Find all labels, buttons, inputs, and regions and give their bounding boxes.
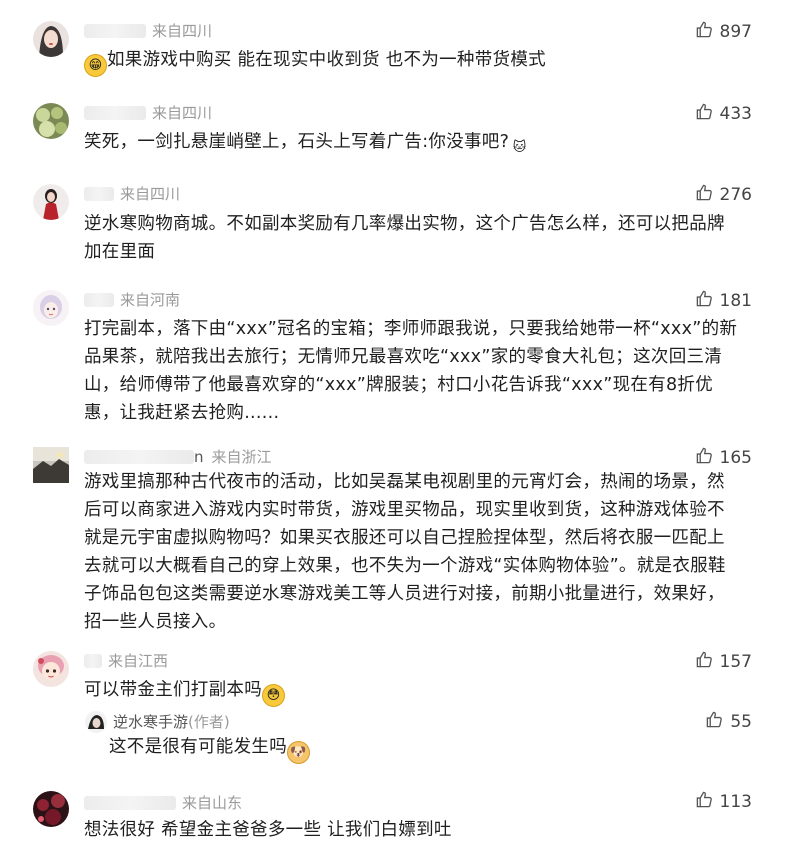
comment-text: 笑死，一剑扎悬崖峭壁上，石头上写着广告:你没事吧? 🐱 xyxy=(84,128,774,158)
username[interactable]: n 来自浙江 xyxy=(84,447,272,467)
dog-face-emoji-icon: 🐶 xyxy=(287,741,310,764)
username[interactable]: 来自江西 xyxy=(84,651,168,671)
reply-text-body: 这不是很有可能发生吗 xyxy=(109,737,287,757)
redacted-name xyxy=(84,293,114,307)
username[interactable]: 来自四川 xyxy=(84,21,212,41)
avatar[interactable] xyxy=(33,651,69,687)
avatar[interactable] xyxy=(33,290,69,326)
thumbs-up-icon xyxy=(695,20,714,44)
comment-text-line: 去就可以大概看自己的穿上效果，也不失为一个游戏“实体购物体验”。就是衣服鞋 xyxy=(84,556,726,576)
like-button[interactable]: 165 xyxy=(695,447,752,469)
reply-text: 这不是很有可能发生吗 🐶 xyxy=(109,733,799,764)
author-username[interactable]: 逆水寒手游(作者) xyxy=(113,712,230,732)
avatar[interactable] xyxy=(33,791,69,827)
comment-text-line: 子饰品包包这类需要逆水寒游戏美工等人员进行对接，前期小批量进行，效果好， xyxy=(84,584,725,604)
username[interactable]: 来自山东 xyxy=(84,793,242,813)
redacted-name xyxy=(84,106,146,120)
comment-text: 游戏里搞那种古代夜市的活动，比如吴磊某电视剧里的元宵灯会，热闹的场景，然 后可以… xyxy=(84,468,774,636)
like-count: 157 xyxy=(719,652,752,672)
author-name: 逆水寒手游 xyxy=(113,713,189,731)
comment-text-body: 如果游戏中购买 能在现实中收到货 也不为一种带货模式 xyxy=(107,50,546,70)
username[interactable]: 来自河南 xyxy=(84,290,180,310)
comment-text-line: 逆水寒购物商城。不如副本奖励有几率爆出实物，这个广告怎么样，还可以把品牌 xyxy=(84,214,725,234)
location-label: 来自江西 xyxy=(108,652,169,670)
thumbs-up-icon xyxy=(695,790,714,814)
like-count: 55 xyxy=(730,712,752,732)
like-count: 113 xyxy=(719,792,752,812)
comment-text-line: 后可以商家进入游戏内实时带货，游戏里买物品，现实里收到货，这种游戏体验不 xyxy=(84,500,725,520)
thumbs-up-icon xyxy=(695,650,714,674)
grinning-emoji-icon: 😳 xyxy=(262,684,285,707)
comment-text-body: 笑死，一剑扎悬崖峭壁上，石头上写着广告:你没事吧? xyxy=(84,132,510,152)
comment-text: 😁 如果游戏中购买 能在现实中收到货 也不为一种带货模式 xyxy=(84,46,774,77)
like-button[interactable]: 113 xyxy=(695,791,752,813)
thumbs-up-icon xyxy=(695,446,714,470)
thumbs-up-icon xyxy=(695,183,714,207)
avatar[interactable] xyxy=(33,184,69,220)
comment-text-line: 品果茶，就陪我出去旅行；无情师兄最喜欢吃“xxx”家的零食大礼包；这次回三清 xyxy=(84,347,723,367)
author-avatar[interactable] xyxy=(85,711,107,733)
like-button[interactable]: 276 xyxy=(695,184,752,206)
location-label: 来自河南 xyxy=(120,291,181,309)
redacted-name xyxy=(84,450,194,464)
redacted-name xyxy=(84,654,102,668)
location-label: 来自山东 xyxy=(182,794,243,812)
like-count: 165 xyxy=(719,448,752,468)
thumbs-up-icon xyxy=(705,710,724,734)
comment-text: 可以带金主们打副本吗 😳 xyxy=(84,676,774,707)
grinning-emoji-icon: 😁 xyxy=(84,54,107,77)
avatar[interactable] xyxy=(33,21,69,57)
comment-text-line: 惠，让我赶紧去抢购...... xyxy=(84,403,280,423)
comment-text-line: 招一些人员接入。 xyxy=(84,612,227,632)
like-button[interactable]: 433 xyxy=(695,103,752,125)
like-count: 276 xyxy=(719,185,752,205)
thumbs-up-icon xyxy=(695,102,714,126)
like-button[interactable]: 897 xyxy=(695,21,752,43)
author-tag: (作者) xyxy=(188,713,230,731)
comment-text-line: 打完副本，落下由“xxx”冠名的宝箱；李师师跟我说，只要我给她带一杯“xxx”的… xyxy=(84,319,738,339)
comment-text-body: 想法很好 希望金主爸爸多一些 让我们白嫖到吐 xyxy=(84,820,452,840)
redacted-name xyxy=(84,24,146,38)
like-button[interactable]: 157 xyxy=(695,651,752,673)
location-label: 来自四川 xyxy=(120,185,181,203)
comment-text-line: 加在里面 xyxy=(84,242,156,262)
like-button[interactable]: 181 xyxy=(695,290,752,312)
comment-text: 打完副本，落下由“xxx”冠名的宝箱；李师师跟我说，只要我给她带一杯“xxx”的… xyxy=(84,315,774,427)
avatar[interactable] xyxy=(33,103,69,139)
comment-text-line: 山，给师傅带了他最喜欢穿的“xxx”牌服装；村口小花告诉我“xxx”现在有8折优 xyxy=(84,375,714,395)
redacted-name xyxy=(84,187,114,201)
location-label: 来自四川 xyxy=(152,104,213,122)
comment-text: 想法很好 希望金主爸爸多一些 让我们白嫖到吐 xyxy=(84,816,774,844)
like-button[interactable]: 55 xyxy=(705,711,752,733)
username[interactable]: 来自四川 xyxy=(84,184,180,204)
comment-text-line: 游戏里搞那种古代夜市的活动，比如吴磊某电视剧里的元宵灯会，热闹的场景，然 xyxy=(84,472,725,492)
cat-face-emoji-icon: 🐱 xyxy=(509,137,531,158)
avatar[interactable] xyxy=(33,447,69,483)
comment-text-body: 可以带金主们打副本吗 xyxy=(84,680,262,700)
like-count: 433 xyxy=(719,104,752,124)
username-tail: n xyxy=(194,448,204,466)
comment-text: 逆水寒购物商城。不如副本奖励有几率爆出实物，这个广告怎么样，还可以把品牌 加在里… xyxy=(84,210,774,266)
location-label: 来自四川 xyxy=(152,22,213,40)
like-count: 897 xyxy=(719,22,752,42)
like-count: 181 xyxy=(719,291,752,311)
redacted-name xyxy=(84,796,176,810)
location-label: 来自浙江 xyxy=(211,448,272,466)
thumbs-up-icon xyxy=(695,289,714,313)
username[interactable]: 来自四川 xyxy=(84,103,212,123)
comment-text-line: 就是元宇宙虚拟购物吗？如果买衣服还可以自己捏脸捏体型，然后将衣服一匹配上 xyxy=(84,528,725,548)
